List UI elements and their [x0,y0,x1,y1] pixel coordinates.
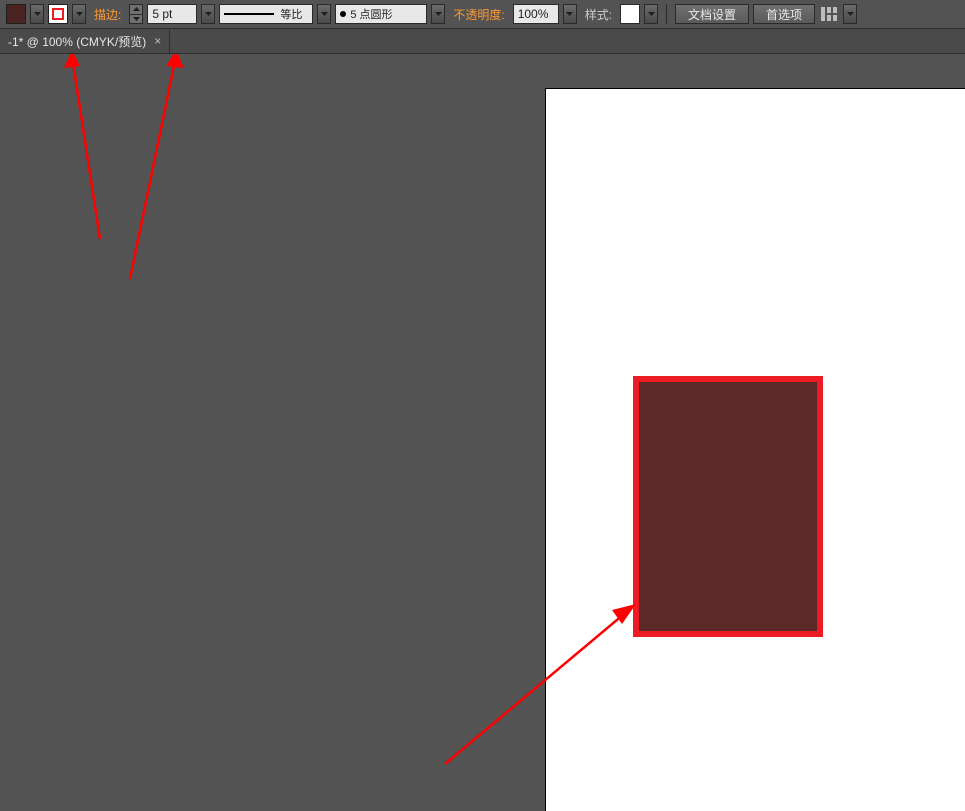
stroke-profile-select[interactable]: 等比 [219,4,313,24]
toolbar-separator [666,4,667,24]
graphic-style-swatch[interactable] [620,4,640,24]
preferences-button[interactable]: 首选项 [753,4,815,24]
annotation-arrow-stroke-weight [0,54,220,314]
annotation-arrow-stroke-swatch [0,54,200,284]
brush-dot-icon [340,11,346,17]
document-setup-button[interactable]: 文档设置 [675,4,749,24]
arrange-documents-button[interactable] [819,4,839,24]
arrange-documents-dropdown[interactable] [843,4,857,24]
document-setup-label: 文档设置 [688,6,736,23]
stroke-weight-stepper[interactable] [129,4,143,24]
stroke-profile-line-icon [224,13,274,15]
chevron-down-icon [133,17,140,21]
graphic-style-label: 样式: [581,6,616,23]
document-tab[interactable]: -1* @ 100% (CMYK/预览) × [0,29,170,53]
artboard[interactable] [546,89,965,811]
opacity-dropdown[interactable] [563,4,577,24]
stroke-weight-value: 5 pt [152,7,172,21]
chevron-down-icon [76,12,83,16]
preferences-label: 首选项 [766,6,802,23]
stroke-weight-label: 描边: [90,6,125,23]
chevron-up-icon [133,7,140,11]
stroke-profile-label: 等比 [280,6,302,22]
chevron-down-icon [648,12,655,16]
chevron-down-icon [435,12,442,16]
stroke-swatch-inner [52,8,64,20]
chevron-down-icon [34,12,41,16]
chevron-down-icon [205,12,212,16]
chevron-down-icon [566,12,573,16]
close-icon[interactable]: × [154,35,161,47]
arrange-icon [821,7,837,21]
options-toolbar: 描边: 5 pt 等比 5 点圆形 不透明度: 100% 样式: 文档设置 [0,0,965,29]
fill-swatch[interactable] [6,4,26,24]
brush-definition-select[interactable]: 5 点圆形 [335,4,427,24]
stroke-swatch-dropdown[interactable] [72,4,86,24]
stroke-swatch[interactable] [48,4,68,24]
stroke-profile-dropdown[interactable] [317,4,331,24]
stroke-weight-input[interactable]: 5 pt [147,4,197,24]
chevron-down-icon [321,12,328,16]
graphic-style-dropdown[interactable] [644,4,658,24]
fill-swatch-dropdown[interactable] [30,4,44,24]
chevron-down-icon [847,12,854,16]
stroke-weight-dropdown[interactable] [201,4,215,24]
opacity-input[interactable]: 100% [513,4,559,24]
opacity-value: 100% [518,7,549,21]
brush-definition-dropdown[interactable] [431,4,445,24]
drawn-rectangle[interactable] [633,376,823,637]
document-tab-bar: -1* @ 100% (CMYK/预览) × [0,29,965,54]
brush-definition-label: 5 点圆形 [350,6,392,22]
canvas-pasteboard[interactable] [0,54,965,811]
opacity-label: 不透明度: [449,6,508,23]
document-tab-title: -1* @ 100% (CMYK/预览) [8,33,146,50]
